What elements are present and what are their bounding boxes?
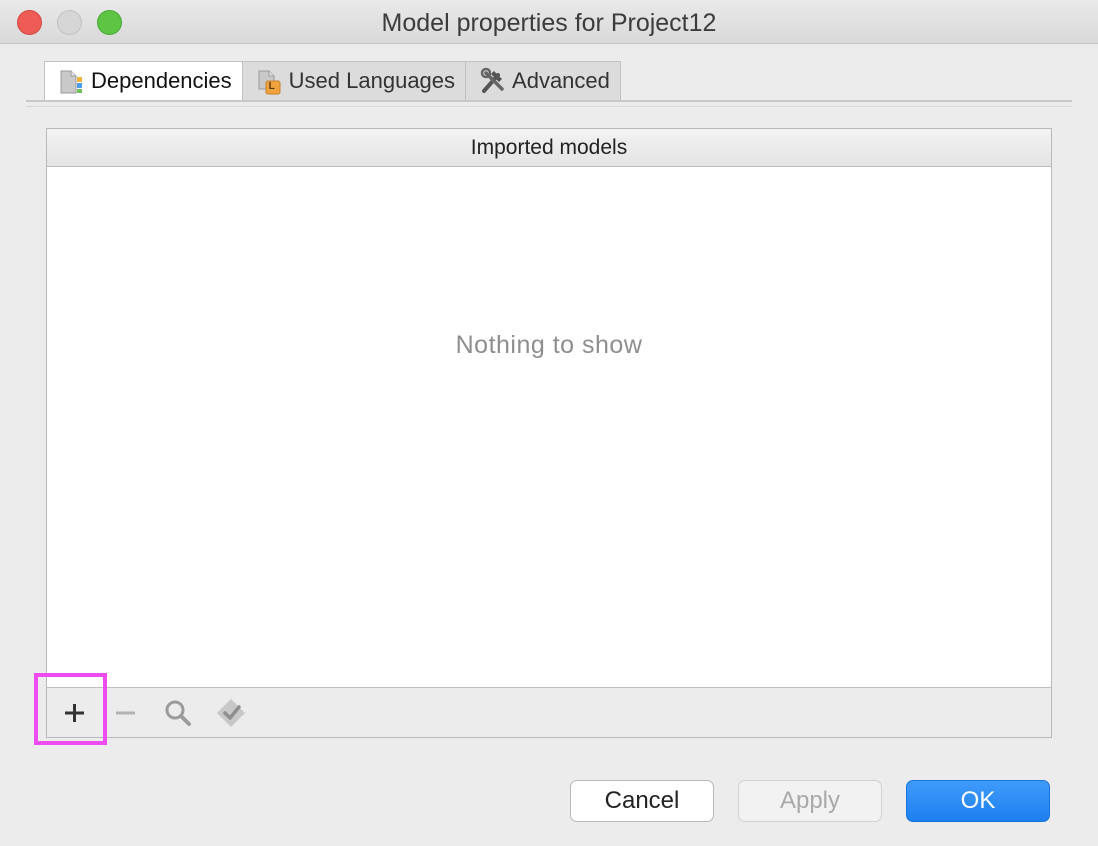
column-header-imported-models[interactable]: Imported models	[47, 129, 1051, 167]
search-button[interactable]	[154, 688, 202, 738]
ok-button[interactable]: OK	[906, 780, 1050, 822]
tab-used-languages-label: Used Languages	[288, 68, 456, 93]
check-models-button[interactable]	[207, 688, 255, 738]
remove-icon	[116, 711, 135, 715]
imported-models-table: Imported models Nothing to show	[46, 128, 1052, 738]
dialog-window: Model properties for Project12 Dependenc…	[0, 0, 1098, 846]
tab-advanced[interactable]: Advanced	[465, 61, 621, 100]
tab-dependencies-label: Dependencies	[91, 68, 232, 93]
title-bar: Model properties for Project12	[0, 0, 1098, 44]
apply-button[interactable]: Apply	[738, 780, 882, 822]
tab-divider	[26, 100, 1072, 102]
empty-state-text: Nothing to show	[455, 331, 643, 359]
tab-divider-shadow	[26, 106, 1072, 107]
tab-used-languages[interactable]: L Used Languages	[241, 61, 467, 100]
tab-bar: Dependencies L Used Languages Advanced	[44, 61, 621, 100]
wrench-hammer-icon	[480, 67, 504, 95]
table-toolbar	[47, 687, 1051, 737]
dependencies-icon	[59, 67, 83, 95]
search-icon	[165, 700, 191, 726]
used-languages-icon: L	[257, 67, 281, 95]
tab-advanced-label: Advanced	[512, 68, 610, 93]
remove-button[interactable]	[101, 688, 149, 738]
highlight-box	[34, 673, 107, 745]
tab-dependencies[interactable]: Dependencies	[44, 61, 243, 100]
window-title: Model properties for Project12	[381, 9, 717, 37]
cancel-button[interactable]: Cancel	[570, 780, 714, 822]
check-models-icon	[217, 699, 245, 727]
language-badge: L	[268, 81, 275, 92]
